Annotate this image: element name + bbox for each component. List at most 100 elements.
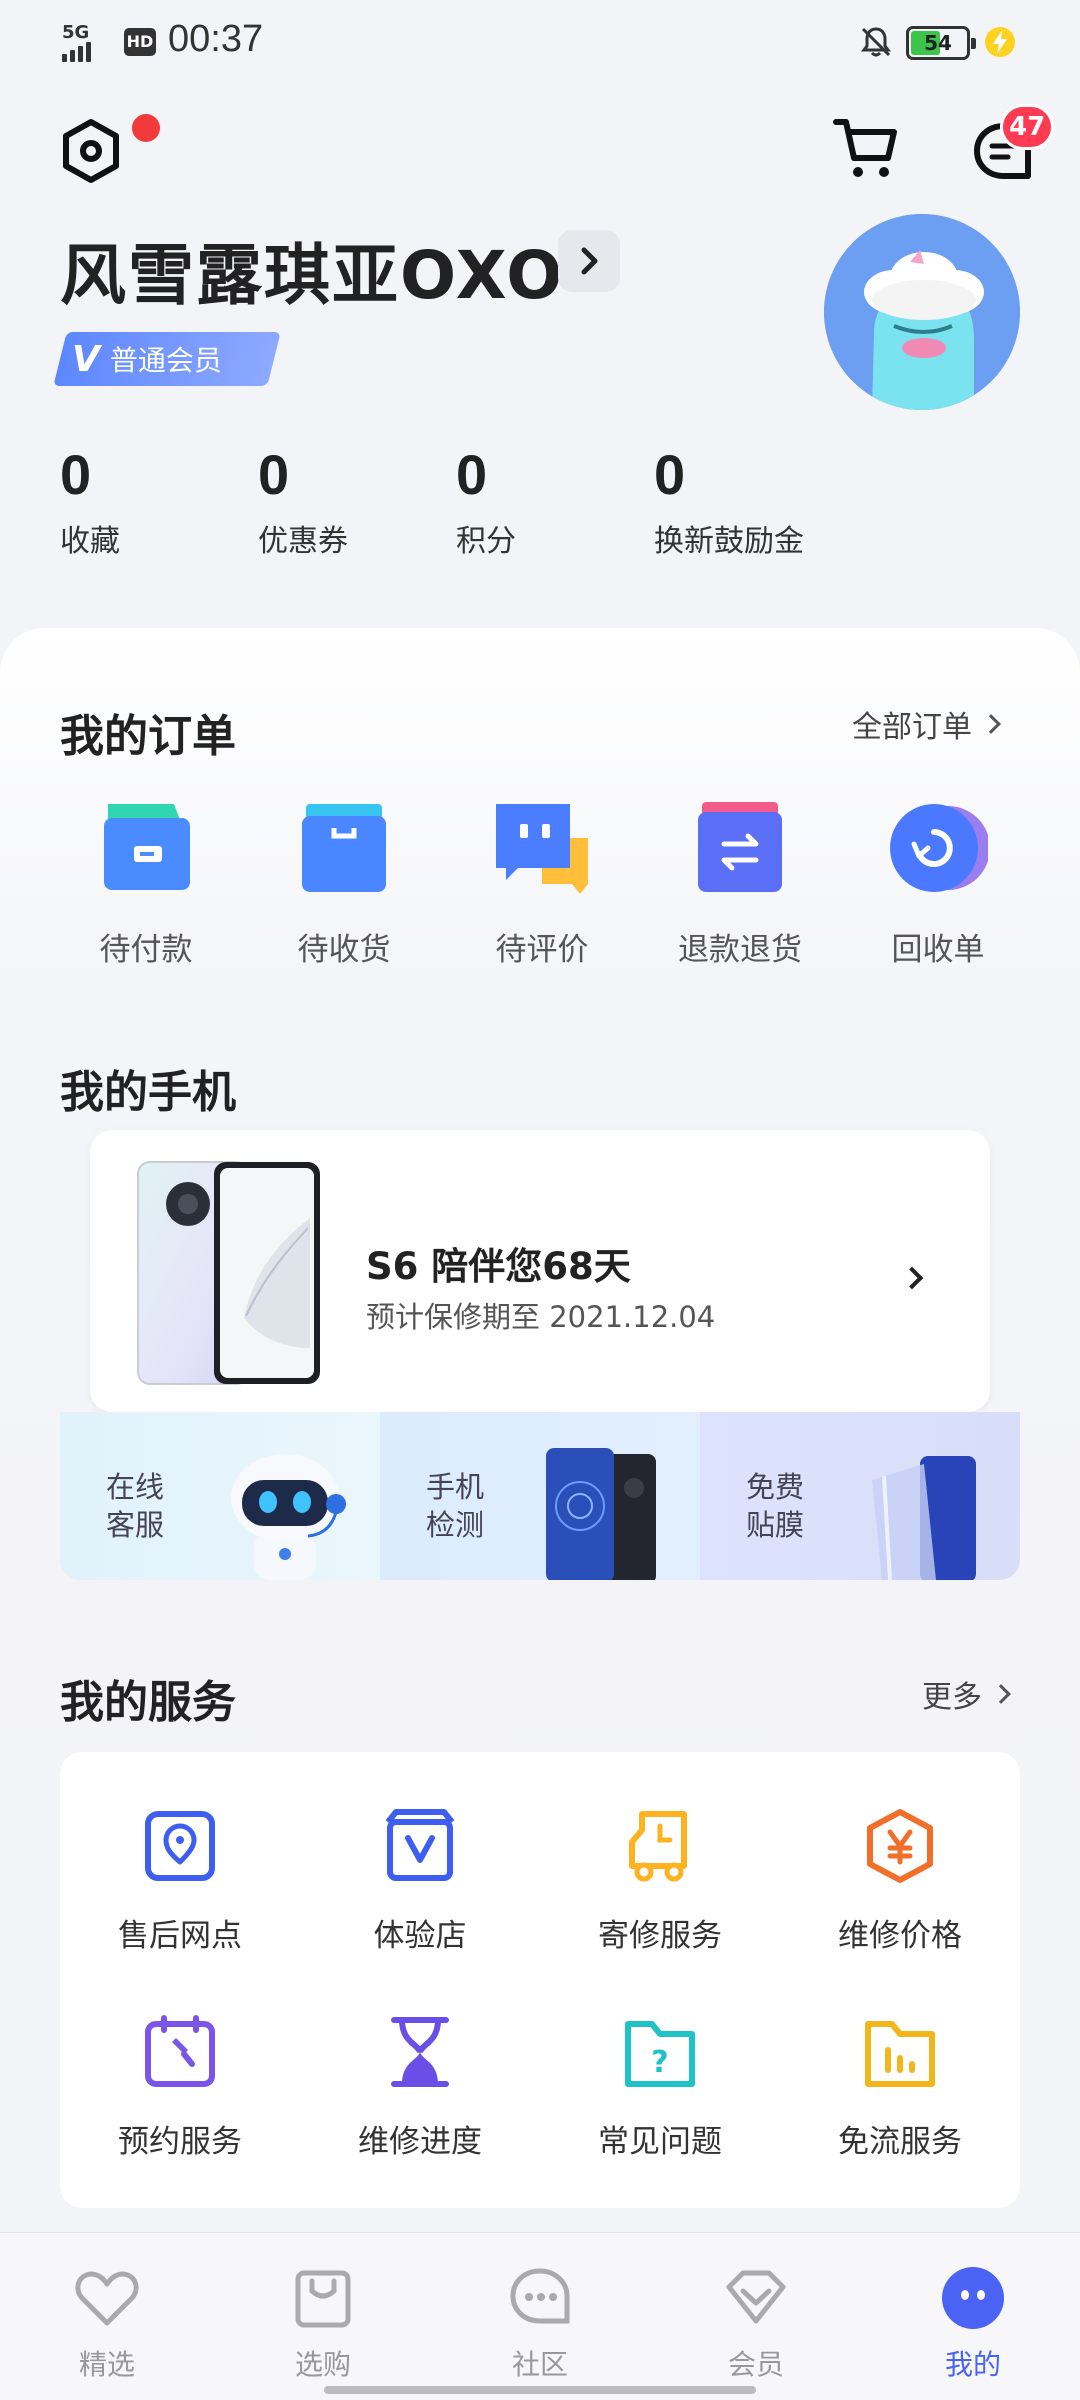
- warranty-text: 预计保修期至 2021.12.04: [366, 1300, 716, 1334]
- service-after-sales-outlets[interactable]: 售后网点: [60, 1808, 300, 1955]
- battery-level: 54: [924, 31, 952, 55]
- quick-label-line: 客服: [106, 1508, 165, 1542]
- my-phone-title: 我的手机: [60, 1067, 236, 1118]
- service-repair-progress[interactable]: 维修进度: [300, 2014, 540, 2161]
- phone-quick-actions: 在线 客服 手机 检测 免费 贴膜: [60, 1412, 1020, 1580]
- question-folder-icon: ?: [625, 2021, 695, 2087]
- store-icon: [385, 1809, 455, 1881]
- service-label: 免流服务: [838, 2124, 962, 2160]
- avatar[interactable]: [824, 214, 1020, 410]
- calendar-wrench-icon: [145, 2015, 215, 2087]
- quick-label-line: 在线: [106, 1470, 165, 1504]
- stat-trade-in-credit[interactable]: 0 换新鼓励金: [654, 440, 804, 560]
- order-label: 退款退货: [678, 932, 802, 968]
- order-pending-payment[interactable]: 待付款: [66, 798, 226, 969]
- avatar-image: [824, 214, 1020, 410]
- member-v-icon: V: [72, 338, 100, 380]
- service-faq[interactable]: ? 常见问题: [540, 2014, 780, 2161]
- stat-value: 0: [654, 443, 686, 506]
- phone-image: [137, 1161, 320, 1385]
- battery-icon: 54: [906, 26, 976, 60]
- recycle-icon: [890, 804, 990, 892]
- chevron-right-icon: [981, 714, 1001, 734]
- data-chart-icon: [865, 2021, 935, 2087]
- service-appointment[interactable]: 预约服务: [60, 2014, 300, 2161]
- orders-title: 我的订单: [60, 711, 236, 762]
- profile-arrow-button[interactable]: [558, 230, 620, 292]
- home-indicator[interactable]: [324, 2386, 756, 2394]
- status-time: 00:37: [168, 18, 264, 60]
- shopping-bag-icon: [302, 804, 386, 892]
- bag-icon: [295, 2270, 351, 2328]
- nav-label: 会员: [727, 2348, 784, 2381]
- nav-membership[interactable]: 会员: [681, 2265, 831, 2383]
- heart-icon: [75, 2271, 139, 2326]
- robot-icon: [231, 1454, 346, 1580]
- chat-icon: [510, 2268, 570, 2324]
- stat-label: 积分: [456, 524, 516, 559]
- order-refunds[interactable]: 退款退货: [660, 798, 820, 969]
- stats-row: 0 收藏 0 优惠券 0 积分 0 换新鼓励金: [60, 440, 960, 560]
- online-support-card[interactable]: 在线 客服: [60, 1412, 380, 1580]
- stat-label: 换新鼓励金: [654, 524, 804, 559]
- stat-value: 0: [60, 443, 92, 506]
- member-tag[interactable]: V 普通会员: [72, 332, 222, 386]
- free-screen-film-card[interactable]: 免费 贴膜: [700, 1412, 1020, 1580]
- nav-featured[interactable]: 精选: [32, 2265, 182, 2383]
- stat-value: 0: [258, 443, 290, 506]
- order-label: 待评价: [495, 932, 589, 968]
- settings-icon[interactable]: [58, 118, 124, 184]
- phone-card[interactable]: S6 陪伴您68天 预计保修期至 2021.12.04: [90, 1130, 990, 1412]
- username[interactable]: 风雪露琪亚OXO: [60, 222, 564, 318]
- charging-icon: [985, 27, 1015, 57]
- chat-bubbles-icon: [496, 804, 588, 894]
- service-label: 寄修服务: [598, 1918, 722, 1954]
- quick-label-line: 免费: [746, 1470, 805, 1504]
- service-mail-in-repair[interactable]: 寄修服务: [540, 1808, 780, 1955]
- services-more-link[interactable]: 更多: [922, 1672, 1011, 1716]
- cart-icon[interactable]: [830, 112, 902, 184]
- nav-shop[interactable]: 选购: [248, 2265, 398, 2383]
- quick-label-line: 检测: [426, 1508, 485, 1542]
- stat-label: 优惠券: [258, 524, 348, 559]
- quick-label: 手机 检测: [426, 1468, 484, 1544]
- chevron-right-icon: [991, 1684, 1011, 1704]
- service-repair-price[interactable]: 维修价格: [780, 1808, 1020, 1955]
- message-badge: 47: [1000, 104, 1055, 150]
- notification-dot: [132, 114, 160, 142]
- service-label: 售后网点: [118, 1918, 242, 1954]
- order-label: 待收货: [297, 932, 391, 968]
- nav-community[interactable]: 社区: [465, 2265, 615, 2383]
- order-pending-review[interactable]: 待评价: [462, 798, 622, 969]
- service-label: 预约服务: [118, 2124, 242, 2160]
- service-experience-store[interactable]: 体验店: [300, 1808, 540, 1955]
- signal-icon: 5G: [62, 22, 118, 62]
- screen-film-icon: [872, 1456, 976, 1580]
- wallet-icon: [104, 804, 190, 890]
- order-pending-receipt[interactable]: 待收货: [264, 798, 424, 969]
- stat-value: 0: [456, 443, 488, 506]
- phone-check-card[interactable]: 手机 检测: [380, 1412, 700, 1580]
- svg-text:?: ?: [651, 2045, 668, 2080]
- profile-face-icon: [942, 2267, 1004, 2329]
- service-free-data[interactable]: 免流服务: [780, 2014, 1020, 2161]
- quick-label: 在线 客服: [106, 1468, 164, 1544]
- stat-favorites[interactable]: 0 收藏: [60, 440, 120, 560]
- diamond-icon: [726, 2270, 786, 2324]
- services-title: 我的服务: [60, 1677, 236, 1728]
- nav-mine[interactable]: 我的: [898, 2265, 1048, 2383]
- nav-label: 选购: [294, 2348, 351, 2381]
- hd-badge: HD: [124, 28, 156, 56]
- network-type: 5G: [62, 22, 90, 43]
- order-label: 回收单: [891, 932, 985, 968]
- stat-coupons[interactable]: 0 优惠券: [258, 440, 348, 560]
- all-orders-link[interactable]: 全部订单: [852, 702, 1001, 746]
- stat-points[interactable]: 0 积分: [456, 440, 516, 560]
- bell-muted-icon: [861, 27, 891, 57]
- chevron-right-icon: [900, 1266, 924, 1290]
- services-more-label: 更多: [922, 1680, 982, 1715]
- services-card: 售后网点 体验店 寄修服务 维修价格 预约服务 维修进度 ? 常见问题 免流服务: [60, 1752, 1020, 2208]
- quick-label-line: 贴膜: [746, 1508, 805, 1542]
- service-label: 常见问题: [598, 2124, 722, 2160]
- order-recycle[interactable]: 回收单: [858, 798, 1018, 969]
